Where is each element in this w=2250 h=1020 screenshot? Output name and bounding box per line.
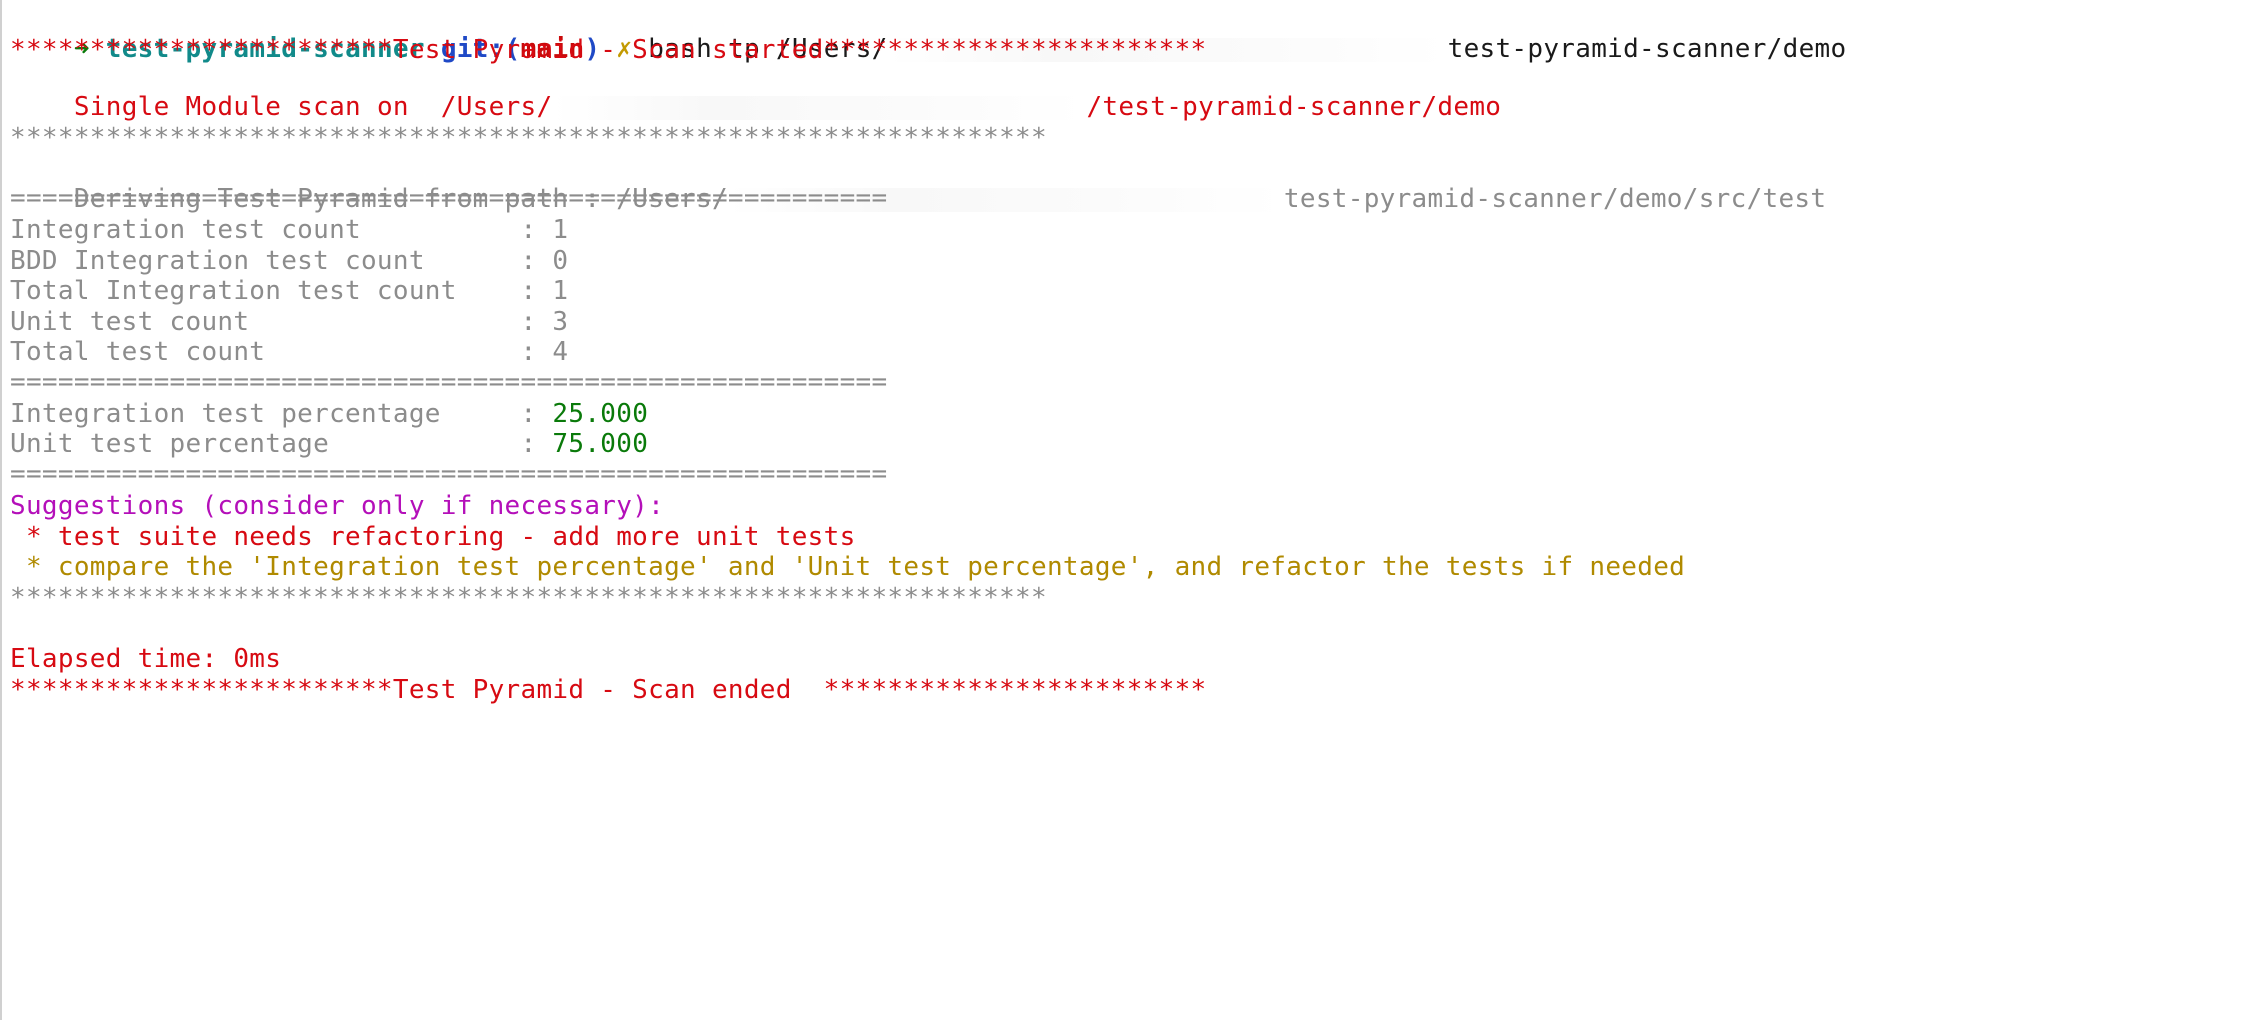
count-label: Total test count : (10, 337, 553, 367)
count-label: BDD Integration test count : (10, 246, 553, 276)
count-value: 0 (552, 246, 569, 276)
scan-ended-banner: ************************Test Pyramid - S… (10, 675, 1207, 705)
percentage-label: Integration test percentage : (10, 399, 553, 429)
scan-started-banner: ************************Test Pyramid - S… (10, 35, 1207, 65)
command-tail: test-pyramid-scanner/demo (1447, 34, 1847, 64)
count-value: 1 (552, 276, 569, 306)
percentage-row: Unit test percentage : 75.000 (10, 429, 648, 459)
count-label: Integration test count : (10, 215, 553, 245)
shell-prompt-line: ➜ test-pyramid-scanner git:(main) ✗ bash… (10, 4, 1846, 64)
deriving-tail: test-pyramid-scanner/demo/src/test (1283, 184, 1827, 214)
count-row: BDD Integration test count : 0 (10, 246, 568, 276)
count-value: 3 (552, 307, 569, 337)
percentage-row: Integration test percentage : 25.000 (10, 399, 648, 429)
count-value: 4 (552, 337, 569, 367)
stars-divider-bottom: ****************************************… (10, 583, 1047, 613)
terminal-window[interactable]: ➜ test-pyramid-scanner git:(main) ✗ bash… (0, 0, 2250, 1020)
suggestion-compare: * compare the 'Integration test percenta… (10, 552, 1686, 582)
count-row: Integration test count : 1 (10, 215, 568, 245)
single-module-prefix: Single Module scan on /Users/ (73, 92, 553, 122)
count-value: 1 (552, 215, 569, 245)
redacted-path (552, 95, 1087, 120)
separator-3: ========================================… (10, 459, 888, 489)
percentage-value: 25.000 (552, 399, 649, 429)
percentage-value: 75.000 (552, 429, 649, 459)
single-module-line: Single Module scan on /Users/ /test-pyram… (10, 62, 1501, 122)
suggestion-refactor: * test suite needs refactoring - add mor… (10, 522, 856, 552)
count-label: Unit test count : (10, 307, 553, 337)
separator-2: ========================================… (10, 367, 888, 397)
count-row: Total Integration test count : 1 (10, 276, 568, 306)
elapsed-time: Elapsed time: 0ms (10, 644, 282, 674)
count-row: Unit test count : 3 (10, 307, 568, 337)
count-row: Total test count : 4 (10, 337, 568, 367)
single-module-tail: /test-pyramid-scanner/demo (1086, 92, 1502, 122)
stars-divider-top: ****************************************… (10, 123, 1047, 153)
percentage-label: Unit test percentage : (10, 429, 553, 459)
suggestions-heading: Suggestions (consider only if necessary)… (10, 491, 665, 521)
count-label: Total Integration test count : (10, 276, 553, 306)
deriving-path-line: Deriving Test Pyramid from path : /Users… (10, 154, 1826, 214)
separator-1: ========================================… (10, 183, 888, 213)
